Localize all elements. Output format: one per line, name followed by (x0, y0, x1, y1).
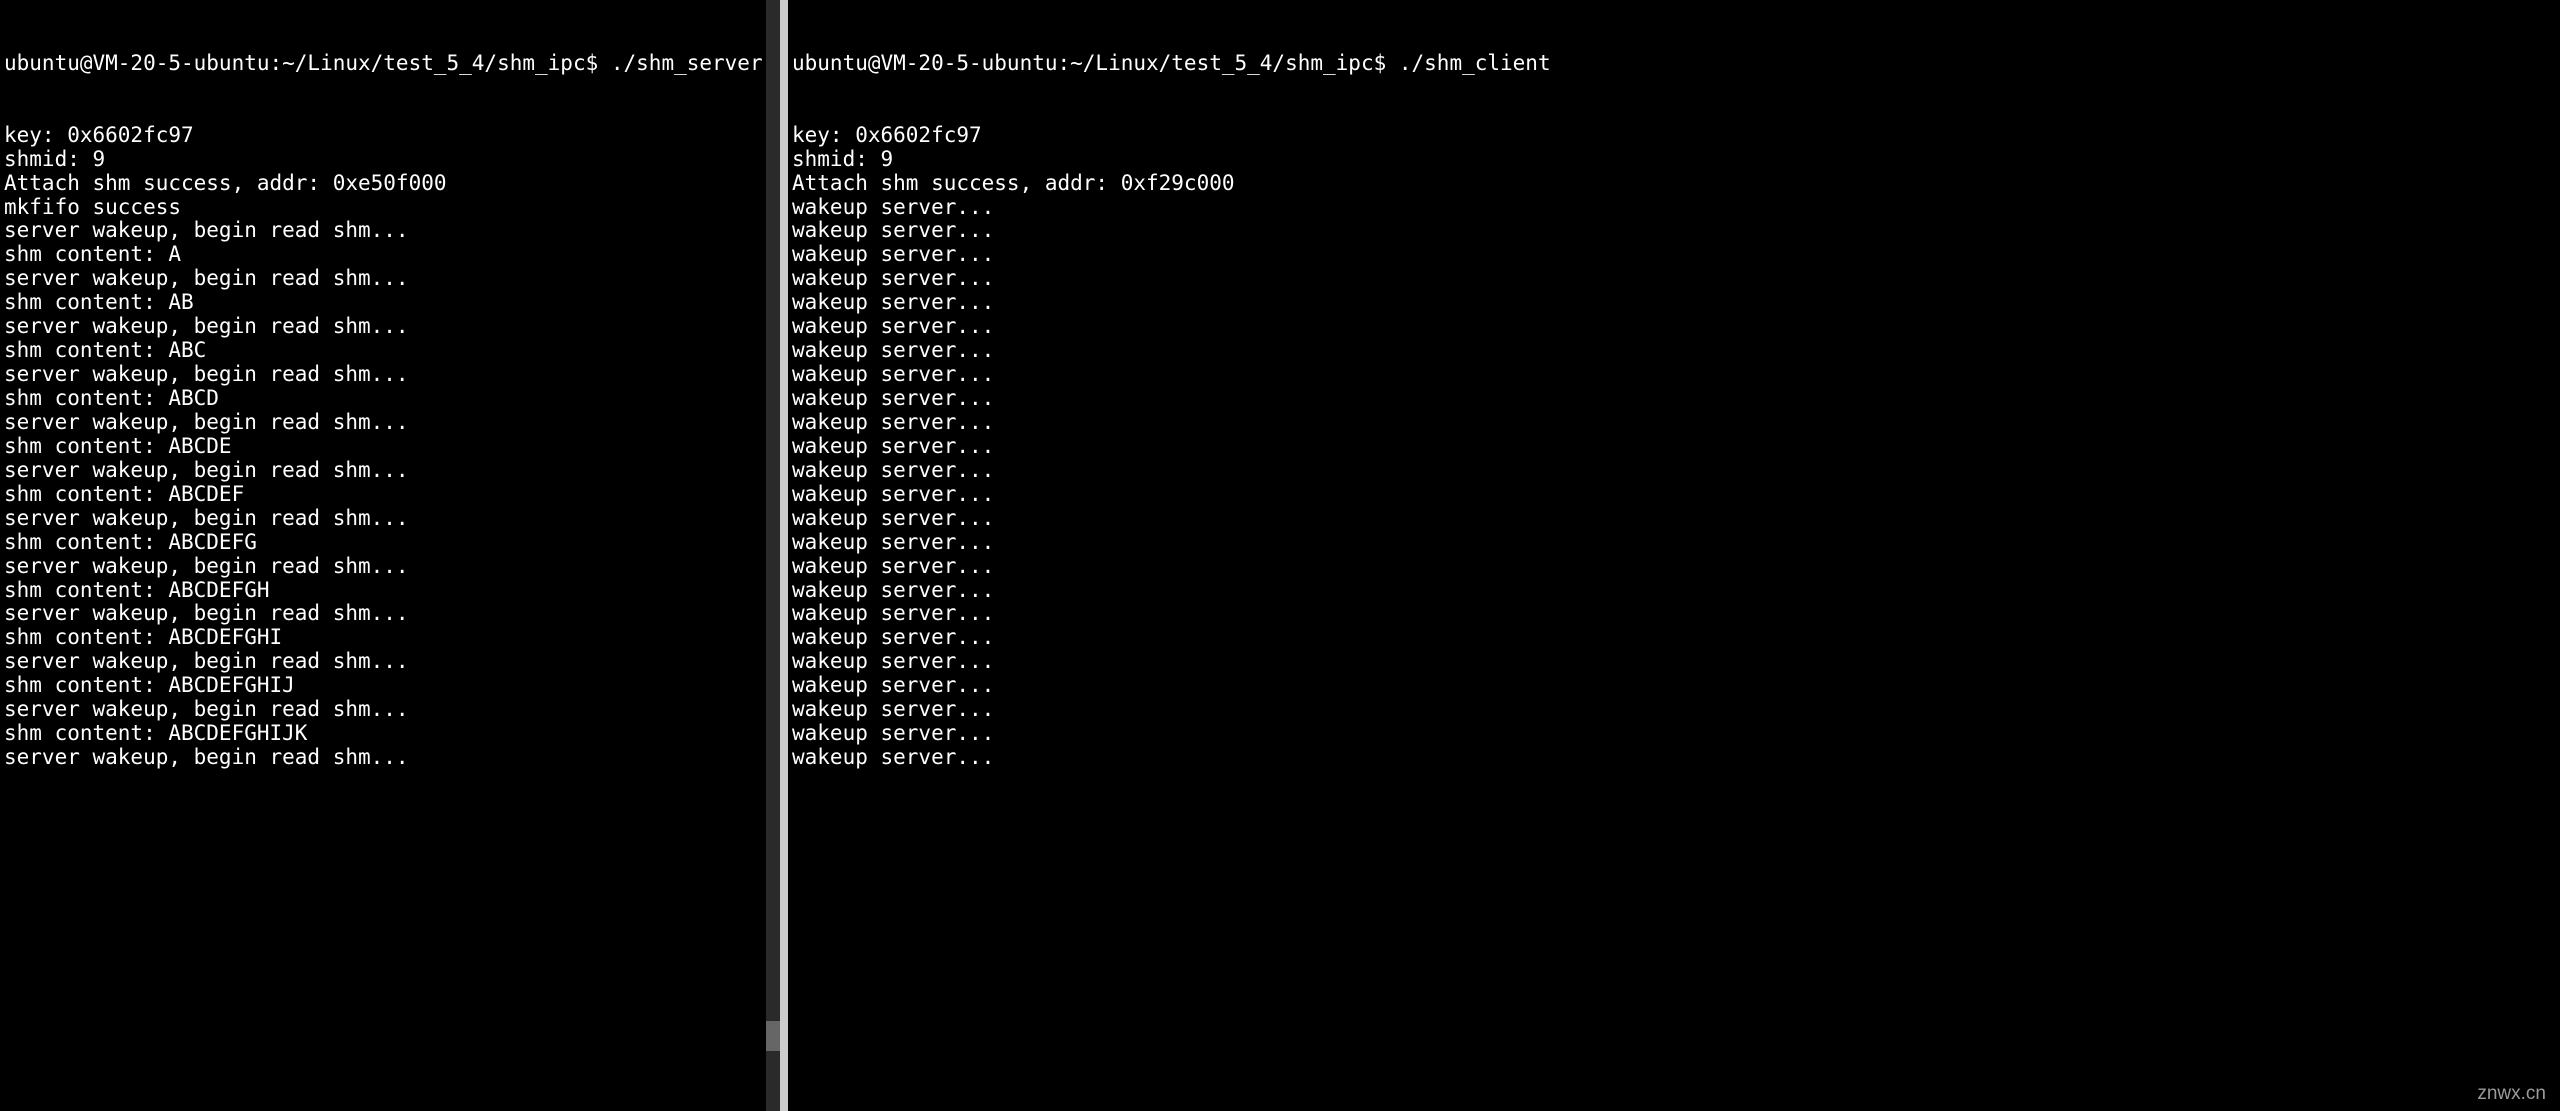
terminal-output-block: key: 0x6602fc97shmid: 9Attach shm succes… (4, 124, 776, 770)
terminal-output-block: key: 0x6602fc97shmid: 9Attach shm succes… (792, 124, 2556, 770)
terminal-client-pane[interactable]: ubuntu@VM-20-5-ubuntu:~/Linux/test_5_4/s… (788, 0, 2560, 1111)
terminal-output-line: shm content: A (4, 243, 776, 267)
terminal-output-line: wakeup server... (792, 196, 2556, 220)
terminal-prompt-line: ubuntu@VM-20-5-ubuntu:~/Linux/test_5_4/s… (4, 52, 776, 76)
terminal-output-line: shmid: 9 (792, 148, 2556, 172)
terminal-output-line: shm content: ABCDEF (4, 483, 776, 507)
terminal-output-line: server wakeup, begin read shm... (4, 650, 776, 674)
terminal-output-line: wakeup server... (792, 387, 2556, 411)
terminal-output-line: shm content: ABCDEFGHIJK (4, 722, 776, 746)
terminal-output-line: server wakeup, begin read shm... (4, 363, 776, 387)
terminal-output-line: server wakeup, begin read shm... (4, 315, 776, 339)
terminal-output-line: server wakeup, begin read shm... (4, 555, 776, 579)
terminal-output-line: wakeup server... (792, 507, 2556, 531)
terminal-output-line: wakeup server... (792, 531, 2556, 555)
terminal-output-line: wakeup server... (792, 435, 2556, 459)
terminal-output-line: shm content: ABCDEFGH (4, 579, 776, 603)
watermark-text: znwx.cn (2477, 1083, 2546, 1105)
terminal-output-line: wakeup server... (792, 315, 2556, 339)
terminal-output-line: wakeup server... (792, 243, 2556, 267)
terminal-output-line: wakeup server... (792, 626, 2556, 650)
terminal-output-line: server wakeup, begin read shm... (4, 602, 776, 626)
terminal-output-line: wakeup server... (792, 602, 2556, 626)
terminal-output-line: shm content: ABCDE (4, 435, 776, 459)
terminal-output-line: wakeup server... (792, 746, 2556, 770)
terminal-output-line: wakeup server... (792, 459, 2556, 483)
terminal-scrollbar[interactable] (766, 0, 780, 1111)
terminal-output-line: wakeup server... (792, 267, 2556, 291)
terminal-output-line: server wakeup, begin read shm... (4, 507, 776, 531)
terminal-output-line: wakeup server... (792, 483, 2556, 507)
terminal-output-line: server wakeup, begin read shm... (4, 219, 776, 243)
terminal-output-line: wakeup server... (792, 339, 2556, 363)
terminal-output-line: server wakeup, begin read shm... (4, 746, 776, 770)
terminal-output-line: wakeup server... (792, 219, 2556, 243)
terminal-output-line: Attach shm success, addr: 0xf29c000 (792, 172, 2556, 196)
terminal-output-line: wakeup server... (792, 674, 2556, 698)
terminal-output-line: shm content: ABC (4, 339, 776, 363)
terminal-output-line: server wakeup, begin read shm... (4, 459, 776, 483)
terminal-output-line: shm content: ABCDEFG (4, 531, 776, 555)
terminal-prompt-line: ubuntu@VM-20-5-ubuntu:~/Linux/test_5_4/s… (792, 52, 2556, 76)
terminal-output-line: shm content: AB (4, 291, 776, 315)
terminal-output-line: Attach shm success, addr: 0xe50f000 (4, 172, 776, 196)
terminal-output-line: wakeup server... (792, 579, 2556, 603)
terminal-output-line: key: 0x6602fc97 (792, 124, 2556, 148)
terminal-server-pane[interactable]: ubuntu@VM-20-5-ubuntu:~/Linux/test_5_4/s… (0, 0, 780, 1111)
terminal-output-line: mkfifo success (4, 196, 776, 220)
terminal-output-line: server wakeup, begin read shm... (4, 267, 776, 291)
terminal-output-line: key: 0x6602fc97 (4, 124, 776, 148)
terminal-output-line: wakeup server... (792, 291, 2556, 315)
terminal-output-line: shm content: ABCDEFGHI (4, 626, 776, 650)
terminal-output-line: wakeup server... (792, 650, 2556, 674)
terminal-output-line: wakeup server... (792, 555, 2556, 579)
terminal-output-line: wakeup server... (792, 722, 2556, 746)
terminal-output-line: shmid: 9 (4, 148, 776, 172)
scrollbar-thumb[interactable] (766, 1021, 780, 1051)
terminal-output-line: wakeup server... (792, 363, 2556, 387)
terminal-output-line: shm content: ABCD (4, 387, 776, 411)
terminal-output-line: wakeup server... (792, 698, 2556, 722)
terminal-output-line: shm content: ABCDEFGHIJ (4, 674, 776, 698)
terminal-output-line: server wakeup, begin read shm... (4, 411, 776, 435)
terminal-output-line: wakeup server... (792, 411, 2556, 435)
terminal-output-line: server wakeup, begin read shm... (4, 698, 776, 722)
